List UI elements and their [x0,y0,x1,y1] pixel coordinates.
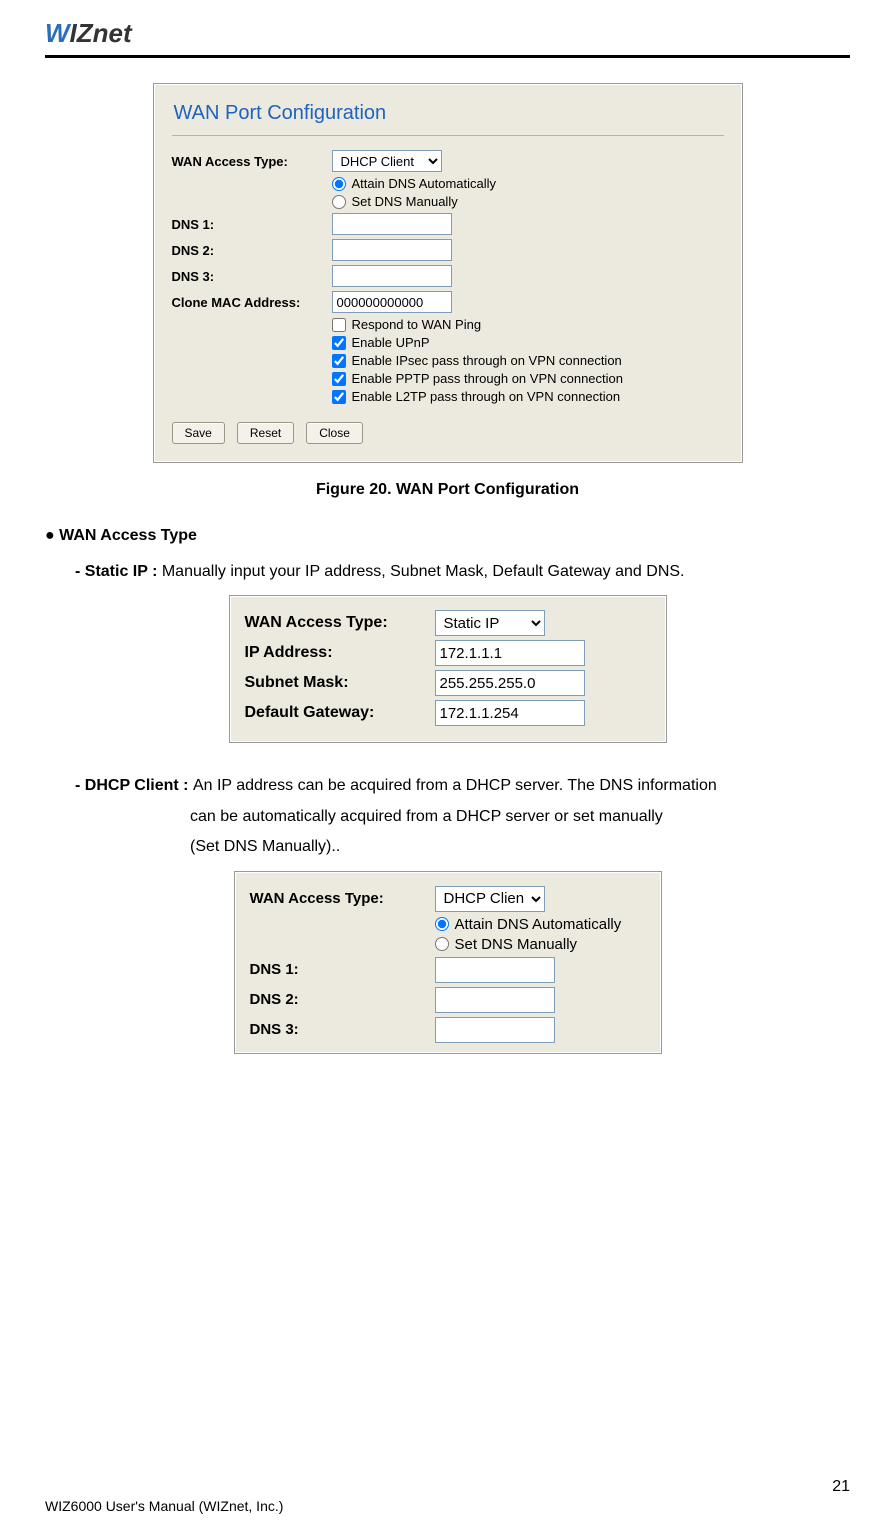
wan-access-type-select[interactable]: DHCP Client [332,150,442,172]
attain-dns-auto-label: Attain DNS Automatically [352,176,497,191]
page-number: 21 [832,1478,850,1514]
header-rule [45,55,850,58]
wan-access-type-label: WAN Access Type: [172,154,332,169]
dns2-label-3: DNS 2: [250,991,435,1008]
enable-upnp-checkbox[interactable] [332,336,346,350]
enable-l2tp-checkbox[interactable] [332,390,346,404]
footer-company: (WIZnet, Inc.) [199,1498,284,1514]
enable-l2tp-label: Enable L2TP pass through on VPN connecti… [352,389,621,404]
page-footer: WIZ6000 User's Manual (WIZnet, Inc.) 21 [45,1478,850,1514]
footer-doc-title: WIZ6000 User's Manual [45,1498,199,1514]
dhcp-client-description-line1: - DHCP Client : An IP address can be acq… [75,771,850,801]
wan-access-type-label-3: WAN Access Type: [250,890,435,907]
enable-pptp-checkbox[interactable] [332,372,346,386]
figure-dhcp-client: WAN Access Type: DHCP Client Attain DNS … [234,871,662,1054]
ip-address-label: IP Address: [245,644,435,662]
static-ip-description: - Static IP : Manually input your IP add… [75,557,850,587]
wan-access-type-heading: ● WAN Access Type [45,527,850,545]
dns3-input[interactable] [332,265,452,287]
enable-pptp-label: Enable PPTP pass through on VPN connecti… [352,371,624,386]
close-button[interactable]: Close [306,422,363,444]
set-dns-manually-radio[interactable] [332,195,346,209]
respond-wan-ping-checkbox[interactable] [332,318,346,332]
panel-title: WAN Port Configuration [172,96,724,136]
attain-dns-auto-radio[interactable] [332,177,346,191]
clone-mac-input[interactable] [332,291,452,313]
save-button[interactable]: Save [172,422,225,444]
enable-ipsec-label: Enable IPsec pass through on VPN connect… [352,353,622,368]
figure-wan-port-config: WAN Port Configuration WAN Access Type: … [153,83,743,463]
set-dns-manually-label: Set DNS Manually [352,194,458,209]
dns1-input[interactable] [332,213,452,235]
respond-wan-ping-label: Respond to WAN Ping [352,317,482,332]
reset-button[interactable]: Reset [237,422,294,444]
clone-mac-label: Clone MAC Address: [172,295,332,310]
default-gateway-label: Default Gateway: [245,704,435,722]
wan-access-type-select-3[interactable]: DHCP Client [435,886,545,912]
dhcp-client-description-line3: (Set DNS Manually).. [190,832,850,862]
default-gateway-input[interactable] [435,700,585,726]
figure-static-ip: WAN Access Type: Static IP IP Address: S… [229,595,667,743]
subnet-mask-label: Subnet Mask: [245,674,435,692]
set-dns-manually-radio-3[interactable] [435,937,449,951]
wan-access-type-label-2: WAN Access Type: [245,614,435,632]
set-dns-manually-label-3: Set DNS Manually [455,936,578,953]
dns3-input-3[interactable] [435,1017,555,1043]
dns3-label-3: DNS 3: [250,1021,435,1038]
dns2-input[interactable] [332,239,452,261]
wan-access-type-select-2[interactable]: Static IP [435,610,545,636]
attain-dns-auto-radio-3[interactable] [435,917,449,931]
enable-ipsec-checkbox[interactable] [332,354,346,368]
dns1-label-3: DNS 1: [250,961,435,978]
enable-upnp-label: Enable UPnP [352,335,430,350]
figure-caption: Figure 20. WAN Port Configuration [45,481,850,499]
dns2-input-3[interactable] [435,987,555,1013]
logo: WWIZnetIZnet [45,10,850,55]
dns2-label: DNS 2: [172,243,332,258]
ip-address-input[interactable] [435,640,585,666]
dns3-label: DNS 3: [172,269,332,284]
dns1-label: DNS 1: [172,217,332,232]
dhcp-client-description-line2: can be automatically acquired from a DHC… [190,802,850,832]
attain-dns-auto-label-3: Attain DNS Automatically [455,916,622,933]
subnet-mask-input[interactable] [435,670,585,696]
dns1-input-3[interactable] [435,957,555,983]
